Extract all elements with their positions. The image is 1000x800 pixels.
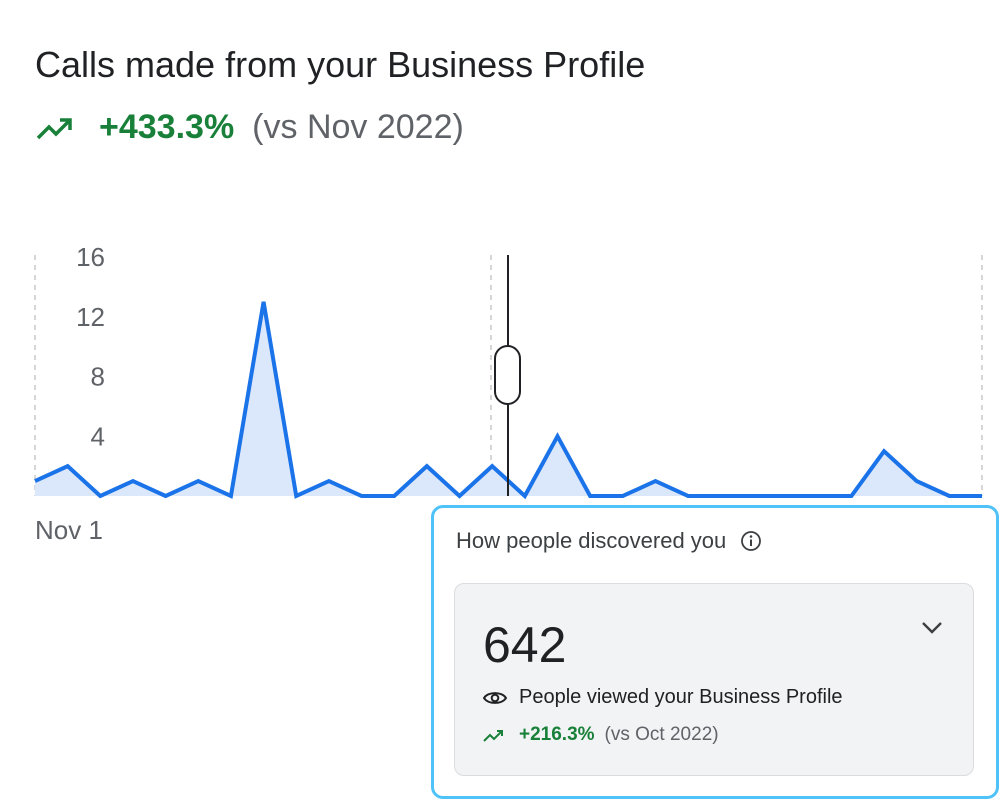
x-tick-label: Nov 1 [35,515,103,545]
data-point [848,493,854,499]
data-point [391,493,397,499]
data-point [293,493,299,499]
data-point [783,493,789,499]
views-delta-comparison: (vs Oct 2022) [604,724,719,745]
data-point [620,493,626,499]
data-point [457,493,463,499]
data-point [489,463,495,469]
y-tick-label: 16 [76,242,105,272]
calls-delta-value: +433.3% [99,108,235,146]
eye-icon [483,691,507,704]
data-point [881,448,887,454]
trending-up-icon [36,117,72,139]
data-point [424,463,430,469]
data-point [979,493,985,499]
views-metric-label: People viewed your Business Profile [519,686,843,708]
page-title: Calls made from your Business Profile [35,44,646,85]
chevron-down-icon[interactable] [919,618,945,636]
data-point [97,493,103,499]
data-point [587,493,593,499]
views-delta-row: +216.3% (vs Oct 2022) [483,724,719,746]
data-point [914,478,920,484]
discovery-title: How people discovered you [456,528,727,553]
trending-up-icon [483,730,503,742]
data-point [522,493,528,499]
data-point [359,493,365,499]
views-count: 642 [483,617,567,673]
data-point [652,478,658,484]
data-point [718,493,724,499]
data-point [326,478,332,484]
data-point [816,493,822,499]
data-point [130,478,136,484]
discovery-panel: How people discovered you 642 People vie… [431,505,999,799]
data-point [195,478,201,484]
views-delta-value: +216.3% [519,724,595,745]
data-point [685,493,691,499]
y-tick-label: 12 [76,302,105,332]
calls-delta-comparison: (vs Nov 2022) [252,108,464,146]
y-tick-label: 4 [91,421,105,451]
data-point [261,299,267,305]
chart-scrub-handle[interactable] [494,345,521,405]
data-point [228,493,234,499]
calls-delta-row: +433.3% (vs Nov 2022) [35,108,464,147]
data-point [32,478,38,484]
views-metric-row: People viewed your Business Profile [483,686,843,709]
data-point [750,493,756,499]
profile-views-card[interactable]: 642 People viewed your Business Profile … [454,583,974,776]
y-tick-label: 8 [91,362,105,392]
data-point [554,433,560,439]
data-point [65,463,71,469]
discovery-title-row: How people discovered you [456,528,762,554]
data-point [163,493,169,499]
data-point [946,493,952,499]
info-icon[interactable] [740,530,762,552]
